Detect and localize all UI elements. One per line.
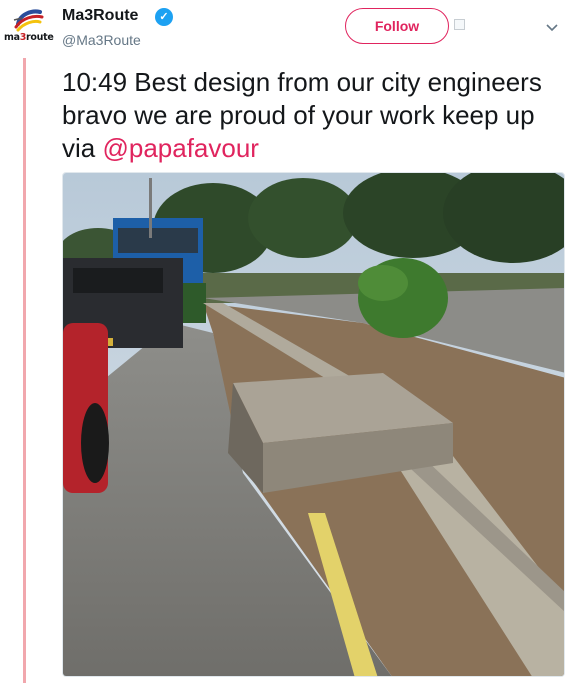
road-scene-photo [63, 173, 564, 676]
verified-badge-icon: ✓ [155, 8, 173, 26]
ma3route-logo-icon [13, 9, 44, 32]
avatar[interactable]: ma3route [4, 6, 54, 46]
tweet-photo[interactable] [62, 172, 565, 677]
chevron-down-icon[interactable] [546, 21, 558, 33]
logo-text: ma3route [4, 32, 54, 43]
user-handle[interactable]: @Ma3Route [62, 32, 141, 48]
small-square-icon[interactable] [454, 19, 465, 30]
follow-button[interactable]: Follow [345, 8, 449, 44]
thread-line [23, 58, 26, 683]
tweet-text: 10:49 Best design from our city engineer… [62, 67, 557, 163]
mention-link[interactable]: @papafavour [102, 133, 259, 163]
user-name[interactable]: Ma3Route [62, 7, 138, 25]
